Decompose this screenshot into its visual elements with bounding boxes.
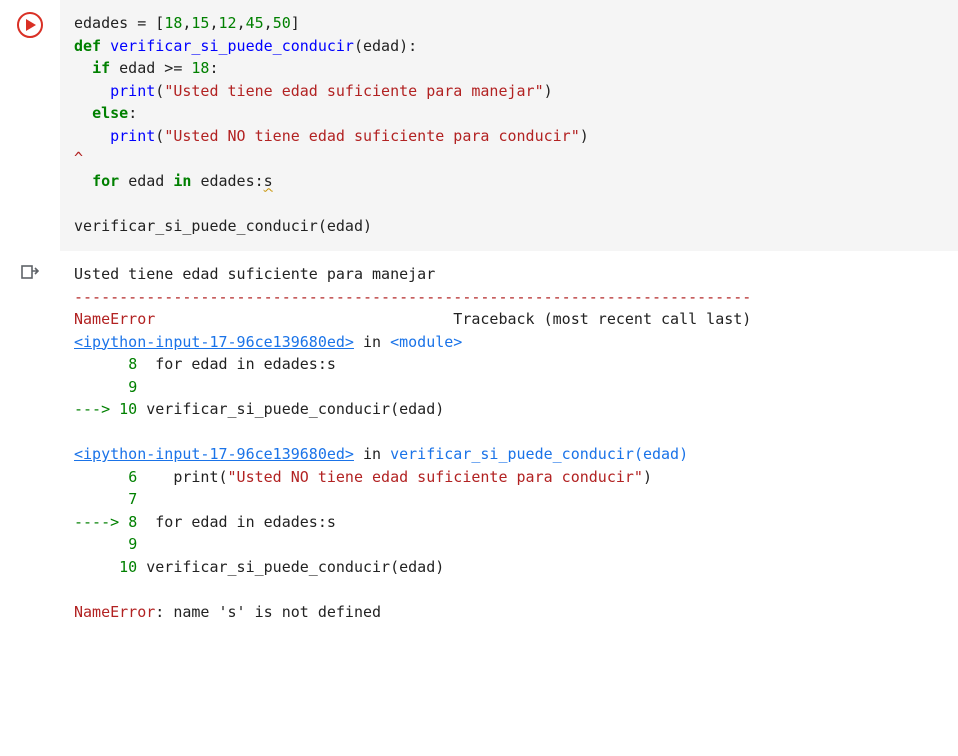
traceback-link[interactable]: <ipython-input-17-96ce139680ed>: [74, 445, 354, 463]
code-token: (: [318, 217, 327, 235]
code-token: = [: [128, 14, 164, 32]
traceback-divider: ----------------------------------------…: [74, 288, 751, 306]
traceback-code: for edad in edades:s: [137, 355, 336, 373]
code-token: "Usted tiene edad suficiente para maneja…: [164, 82, 543, 100]
error-message: : name 's' is not defined: [155, 603, 381, 621]
traceback-arrow: --->: [74, 400, 119, 418]
traceback-module: <module>: [390, 333, 462, 351]
traceback-lineno: 9: [128, 535, 137, 553]
code-token: else: [92, 104, 128, 122]
code-token: ): [580, 127, 589, 145]
output-area: Usted tiene edad suficiente para manejar…: [60, 251, 958, 637]
traceback-code: ): [643, 468, 652, 486]
code-token: (: [354, 37, 363, 55]
code-token: ,: [237, 14, 246, 32]
code-token: print: [110, 82, 155, 100]
code-token: >=: [155, 59, 191, 77]
run-button[interactable]: [17, 12, 43, 38]
code-token: if: [92, 59, 110, 77]
code-token: def: [74, 37, 110, 55]
code-token: [119, 172, 128, 190]
traceback-lineno: 6: [128, 468, 137, 486]
code-token: :: [255, 172, 264, 190]
code-token: edad: [128, 172, 164, 190]
code-token: 18: [164, 14, 182, 32]
traceback-header: Traceback (most recent call last): [453, 310, 751, 328]
traceback-code: for edad in edades:s: [137, 513, 336, 531]
code-token: verificar_si_puede_conducir: [110, 37, 354, 55]
code-token: print: [110, 127, 155, 145]
code-token: edad: [327, 217, 363, 235]
code-token: 50: [273, 14, 291, 32]
code-token: [74, 82, 110, 100]
code-token: "Usted NO tiene edad suficiente para con…: [164, 127, 579, 145]
traceback-lineno: 9: [128, 378, 137, 396]
code-token: ,: [209, 14, 218, 32]
code-token: [74, 127, 110, 145]
traceback-link[interactable]: <ipython-input-17-96ce139680ed>: [74, 333, 354, 351]
code-editor[interactable]: edades = [18,15,12,45,50] def verificar_…: [60, 0, 958, 251]
code-token: edades: [74, 14, 128, 32]
code-content: edades = [18,15,12,45,50] def verificar_…: [74, 12, 940, 237]
code-token: edades: [200, 172, 254, 190]
code-token: 15: [191, 14, 209, 32]
traceback-code: print(: [137, 468, 227, 486]
code-token: edad: [119, 59, 155, 77]
play-icon: [25, 19, 36, 31]
traceback-function: verificar_si_puede_conducir: [390, 445, 634, 463]
output-content: Usted tiene edad suficiente para manejar…: [74, 263, 940, 623]
code-cell: edades = [18,15,12,45,50] def verificar_…: [0, 0, 958, 251]
code-token: [74, 104, 92, 122]
traceback-code: "Usted NO tiene edad suficiente para con…: [228, 468, 643, 486]
output-gutter: [0, 251, 60, 637]
code-token: ): [363, 217, 372, 235]
traceback-text: (edad): [634, 445, 688, 463]
code-token: (: [155, 82, 164, 100]
code-token: :: [128, 104, 137, 122]
code-token: (: [155, 127, 164, 145]
output-icon[interactable]: [21, 263, 39, 637]
code-token: ]: [291, 14, 300, 32]
traceback-lineno: 8: [128, 355, 137, 373]
code-token: [110, 59, 119, 77]
code-token: [74, 59, 92, 77]
code-token: s: [264, 172, 273, 190]
traceback-text: in: [354, 445, 390, 463]
code-token: ,: [264, 14, 273, 32]
traceback-code: verificar_si_puede_conducir(edad): [137, 400, 444, 418]
traceback-arrow: ---->: [74, 513, 128, 531]
output-section: Usted tiene edad suficiente para manejar…: [0, 251, 958, 637]
stdout-line: Usted tiene edad suficiente para manejar: [74, 265, 435, 283]
code-token: [164, 172, 173, 190]
error-name: NameError: [74, 310, 155, 328]
traceback-code: verificar_si_puede_conducir(edad): [137, 558, 444, 576]
traceback-lineno: 8: [128, 513, 137, 531]
code-token: verificar_si_puede_conducir: [74, 217, 318, 235]
code-token: 12: [219, 14, 237, 32]
traceback-text: in: [354, 333, 390, 351]
traceback-lineno: 10: [119, 400, 137, 418]
code-token: in: [173, 172, 191, 190]
code-token: edad: [363, 37, 399, 55]
code-token: ): [544, 82, 553, 100]
code-token: 18: [191, 59, 209, 77]
cell-gutter: [0, 0, 60, 251]
traceback-lineno: 10: [119, 558, 137, 576]
error-name: NameError: [74, 603, 155, 621]
code-token: ):: [399, 37, 417, 55]
traceback-lineno: 7: [128, 490, 137, 508]
code-token: :: [209, 59, 218, 77]
code-token: for: [92, 172, 119, 190]
code-token: [74, 172, 92, 190]
code-token: 45: [246, 14, 264, 32]
lint-warning-marker: ^: [74, 149, 83, 167]
